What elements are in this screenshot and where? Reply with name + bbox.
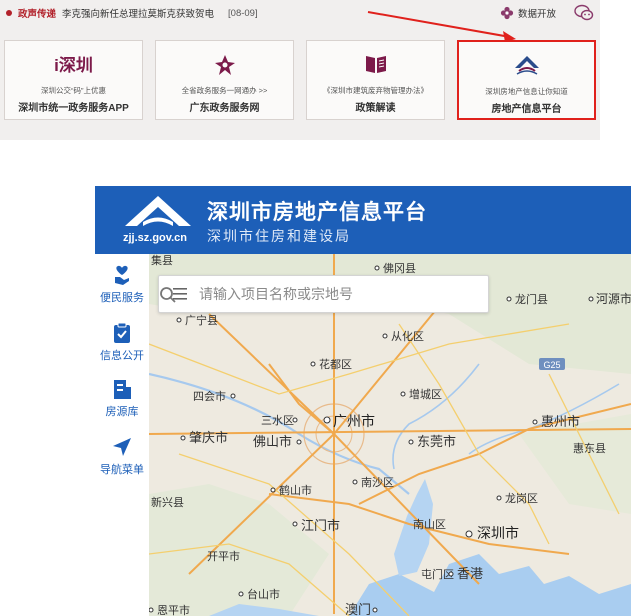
map-label-city: 香港 xyxy=(457,566,483,581)
sidebar-label: 便民服务 xyxy=(100,292,144,304)
card-sub: 深圳公交“码”上优惠 xyxy=(41,86,106,95)
map-label: 从化区 xyxy=(391,329,424,343)
platform-subtitle: 深圳市住房和建设局 xyxy=(207,228,351,244)
card-title: 政策解读 xyxy=(355,103,396,114)
house-roof-icon xyxy=(514,56,539,75)
map-label: 三水区 xyxy=(261,414,294,427)
wechat-icon[interactable] xyxy=(574,4,594,22)
sidebar-label: 房源库 xyxy=(105,406,139,418)
map-label: 集县 xyxy=(151,254,173,267)
search-box xyxy=(158,275,489,313)
map-label: 南山区 xyxy=(413,518,446,531)
map-label: 南沙区 xyxy=(361,476,394,489)
data-open-link[interactable]: 数据开放 xyxy=(500,6,556,20)
map-label-city: 深圳市 xyxy=(477,525,519,541)
top-links: 数据开放 xyxy=(500,4,594,22)
map-label: 台山市 xyxy=(247,587,280,601)
sidebar-item-convenience-service[interactable]: 便民服务 xyxy=(95,264,149,305)
map-label-city: 东莞市 xyxy=(417,434,456,449)
real-estate-platform: zjj.sz.gov.cn 深圳市房地产信息平台 深圳市住房和建设局 便民服务 … xyxy=(95,186,631,616)
map-label: 开平市 xyxy=(207,549,240,563)
card-real-estate-platform[interactable]: 深圳房地产信息让你知道 房地产信息平台 xyxy=(457,40,596,120)
card-title: 房地产信息平台 xyxy=(491,104,562,115)
site-url: zjj.sz.gov.cn xyxy=(123,232,187,244)
service-cards: i深圳 深圳公交“码”上优惠 深圳市统一政务服务APP 全省政务服务一网通办 >… xyxy=(4,40,596,120)
news-date: [08-09] xyxy=(228,7,258,19)
map-label: 增城区 xyxy=(409,387,442,401)
card-i-shenzhen-app[interactable]: i深圳 深圳公交“码”上优惠 深圳市统一政务服务APP xyxy=(4,40,143,120)
search-icon[interactable] xyxy=(159,286,177,304)
sidebar-item-info-disclosure[interactable]: 信息公开 xyxy=(95,322,149,363)
map-label-city: 澳门 xyxy=(345,602,371,616)
heart-hand-icon xyxy=(115,265,129,285)
card-guangdong-gov-service[interactable]: 全省政务服务一网通办 >> 广东政务服务网 xyxy=(155,40,294,120)
card-sub: 深圳房地产信息让你知道 xyxy=(485,87,568,96)
card-sub: 全省政务服务一网通办 >> xyxy=(181,86,268,95)
map-view[interactable]: G25 集县 佛冈县 龙门县 河源市 广宁县 从化区 花都区 四会市 增城区 三… xyxy=(149,254,631,616)
map-label: 龙岗区 xyxy=(505,492,538,505)
map-label: 广宁县 xyxy=(185,313,218,327)
map-label-city: 惠州市 xyxy=(541,414,580,429)
map-label-city: 广州市 xyxy=(333,413,375,429)
map-label: 新兴县 xyxy=(151,495,184,509)
search-input[interactable] xyxy=(199,283,439,305)
card-title: 深圳市统一政务服务APP xyxy=(18,103,129,114)
map-label-city: 佛山市 xyxy=(253,434,292,449)
portal-strip: 政声传递 李克强向新任总理拉莫斯克获致贺电 [08-09] 数据开放 i深圳 深… xyxy=(0,0,600,140)
card-title: 广东政务服务网 xyxy=(189,103,260,114)
house-roof-logo-icon xyxy=(125,196,191,226)
map-label: 佛冈县 xyxy=(383,262,416,275)
platform-sidebar: 便民服务 信息公开 房源库 导航菜单 xyxy=(95,254,149,616)
navigation-arrow-icon xyxy=(113,438,131,456)
platform-header: zjj.sz.gov.cn 深圳市房地产信息平台 深圳市住房和建设局 xyxy=(95,186,631,254)
guangdong-flower-icon xyxy=(214,55,235,75)
news-tag: 政声传递 xyxy=(18,9,57,20)
map-label: 龙门县 xyxy=(515,292,548,306)
card-sub: 《深圳市建筑废弃物管理办法》 xyxy=(323,86,428,95)
building-icon xyxy=(114,380,131,399)
news-ticker[interactable]: 政声传递 李克强向新任总理拉莫斯克获致贺电 [08-09] xyxy=(6,6,258,20)
map-label: 花都区 xyxy=(319,358,352,371)
map-label-city: 江门市 xyxy=(301,518,340,533)
map-label: 恩平市 xyxy=(157,603,190,616)
map-label: 惠东县 xyxy=(573,441,606,455)
book-icon xyxy=(365,56,386,73)
clipboard-check-icon xyxy=(114,322,130,343)
sidebar-item-navigation-menu[interactable]: 导航菜单 xyxy=(95,436,149,477)
news-dot-icon xyxy=(6,10,12,16)
data-open-label: 数据开放 xyxy=(517,9,556,20)
map-label: 河源市 xyxy=(596,291,631,306)
card-policy-interpretation[interactable]: 《深圳市建筑废弃物管理办法》 政策解读 xyxy=(306,40,445,120)
map-label-city: 肇庆市 xyxy=(189,430,228,445)
sidebar-item-housing-listings[interactable]: 房源库 xyxy=(95,378,149,419)
platform-title: 深圳市房地产信息平台 xyxy=(207,201,427,224)
flower-icon xyxy=(500,6,514,20)
sidebar-label: 导航菜单 xyxy=(100,464,144,476)
road-marker-g25: G25 xyxy=(543,360,560,370)
map-label: 四会市 xyxy=(193,389,226,403)
map-label: 鹤山市 xyxy=(279,483,312,497)
sidebar-label: 信息公开 xyxy=(100,350,144,362)
news-headline[interactable]: 李克强向新任总理拉莫斯克获致贺电 xyxy=(62,6,214,20)
i-shenzhen-logo: i深圳 xyxy=(54,56,93,75)
